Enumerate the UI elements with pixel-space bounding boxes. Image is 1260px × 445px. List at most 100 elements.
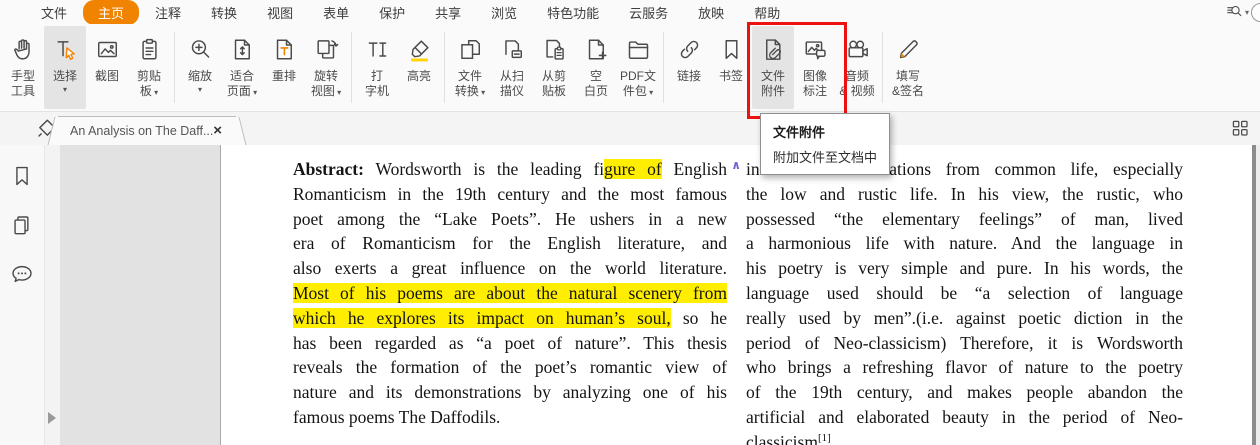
toolbar-button-rotate-view[interactable]: 旋转视图 ▾	[305, 26, 347, 109]
toolbar-button-highlight[interactable]: 高亮	[398, 26, 440, 109]
document-text-line: has been regarded as “a poet of nature”.…	[293, 331, 727, 356]
find-icon[interactable]	[1224, 2, 1244, 22]
text-segment: Wordsworth is the leading fi	[364, 159, 604, 179]
audio-video-icon	[844, 29, 871, 69]
highlight-icon	[406, 29, 433, 69]
text-segment: Abstract:	[293, 159, 364, 179]
panel-expand-handle[interactable]	[48, 412, 56, 424]
document-text-line: his poetry is very simple and pure. In h…	[746, 256, 1183, 281]
file-convert-icon	[457, 29, 484, 69]
toolbar-button-snapshot[interactable]: 截图	[86, 26, 128, 109]
toolbar-button-hand-tool[interactable]: 手型工具	[2, 26, 44, 109]
menu-tab-comment[interactable]: 注释	[141, 0, 195, 25]
menu-tab-convert[interactable]: 转换	[197, 0, 251, 25]
link-icon	[676, 29, 703, 69]
blank-page-icon	[583, 29, 610, 69]
document-text-line: of the 19th century, and makes people ab…	[746, 380, 1183, 405]
toolbar-separator	[882, 32, 883, 103]
partial-circle-button[interactable]	[1251, 3, 1260, 22]
toolbar-button-image-annotate[interactable]: 图像标注	[794, 26, 836, 109]
text-segment: has been regarded as “a poet of nature”.…	[293, 333, 727, 353]
menu-tab-features[interactable]: 特色功能	[533, 0, 613, 25]
toolbar-button-reflow[interactable]: 重排	[263, 26, 305, 109]
dropdown-caret-icon[interactable]: ▾	[647, 88, 653, 97]
toolbar-button-fill-sign[interactable]: 填写&签名	[887, 26, 929, 109]
bookmarks-icon	[9, 176, 35, 193]
menu-tab-form[interactable]: 表单	[309, 0, 363, 25]
toolbar-button-bookmark[interactable]: 书签	[710, 26, 752, 109]
pages-icon	[9, 225, 35, 242]
text-segment: era of Romanticism for the English liter…	[293, 233, 727, 253]
toolbar-button-zoom[interactable]: 缩放▾	[179, 26, 221, 109]
toolbar-button-typewriter[interactable]: 打字机	[356, 26, 398, 109]
menu-tab-view[interactable]: 视图	[253, 0, 307, 25]
toolbar-button-pdf-package[interactable]: PDF文件包 ▾	[617, 26, 659, 109]
text-segment: of the 19th century, and makes people ab…	[746, 382, 1183, 402]
tab-close-icon[interactable]: ×	[213, 124, 222, 138]
text-segment: reveals the formation of the poet’s roma…	[293, 357, 727, 377]
toolbar-button-audio-video[interactable]: 音频& 视频	[836, 26, 878, 109]
toolbar-button-clipboard[interactable]: 剪贴板 ▾	[128, 26, 170, 109]
file-attach-icon	[760, 29, 787, 69]
highlighted-text: gure of	[604, 159, 662, 179]
menu-tab-show[interactable]: 放映	[684, 0, 738, 25]
dropdown-caret-icon[interactable]: ▾	[198, 85, 202, 94]
menu-tab-file[interactable]: 文件	[27, 0, 81, 25]
document-text-line: possessed “the elementary feelings” of m…	[746, 207, 1183, 232]
document-tab-title: An Analysis on The Daff...	[70, 124, 213, 138]
comments-icon	[9, 274, 35, 291]
toolbar-button-label: 适合页面 ▾	[227, 69, 257, 100]
find-dropdown-caret[interactable]: ▾	[1245, 8, 1249, 17]
menu-tab-help[interactable]: 帮助	[740, 0, 794, 25]
document-text-line: a harmonious life with nature. And the l…	[746, 231, 1183, 256]
sidebar-button-bookmarks[interactable]	[9, 163, 35, 194]
toolbar-button-select[interactable]: 选择▾	[44, 26, 86, 109]
text-segment: a harmonious life with nature. And the l…	[746, 233, 1183, 253]
dropdown-caret-icon[interactable]: ▾	[152, 88, 158, 97]
grid-view-icon[interactable]	[1229, 117, 1252, 145]
document-text-line: famous poems The Daffodils.	[293, 405, 727, 430]
document-text-line: nature and its demonstrations by analyzi…	[293, 380, 727, 405]
panel-strip	[45, 145, 60, 445]
menu-tab-protect[interactable]: 保护	[365, 0, 419, 25]
vertical-scrollbar[interactable]	[1252, 145, 1260, 445]
document-tab[interactable]: An Analysis on The Daff... ×	[58, 116, 236, 145]
document-text-line: language used should be “a selection of …	[746, 281, 1183, 306]
toolbar-button-from-scanner[interactable]: 从扫描仪	[491, 26, 533, 109]
text-segment: who brings a refreshing flavor of nature…	[746, 357, 1183, 377]
toolbar-button-blank-page[interactable]: 空白页	[575, 26, 617, 109]
dropdown-caret-icon[interactable]: ▾	[479, 88, 485, 97]
scrollbar-thumb[interactable]	[1252, 145, 1256, 445]
menu-tab-share[interactable]: 共享	[421, 0, 475, 25]
highlighted-text: Most of his poems are about the natural …	[293, 283, 727, 303]
fit-page-icon	[229, 29, 256, 69]
tooltip-title: 文件附件	[773, 122, 877, 141]
text-segment: possessed “the elementary feelings” of m…	[746, 209, 1183, 229]
toolbar-button-file-attach[interactable]: 文件附件	[752, 26, 794, 109]
toolbar-button-label: 高亮	[407, 69, 431, 84]
toolbar-separator	[663, 32, 664, 103]
menu-bar: 文件主页注释转换视图表单保护共享浏览特色功能云服务放映帮助 ▾	[0, 0, 1260, 24]
sidebar-button-comments[interactable]	[9, 261, 35, 292]
menu-tab-browse[interactable]: 浏览	[477, 0, 531, 25]
text-segment: his poetry is very simple and pure. In h…	[746, 258, 1183, 278]
clipboard-icon	[136, 29, 163, 69]
toolbar-button-label: 空白页	[584, 69, 608, 99]
dropdown-caret-icon[interactable]: ▾	[63, 85, 67, 94]
toolbar-button-file-convert[interactable]: 文件转换 ▾	[449, 26, 491, 109]
dropdown-caret-icon[interactable]: ▾	[335, 88, 341, 97]
toolbar-button-from-clipboard[interactable]: 从剪贴板	[533, 26, 575, 109]
toolbar-button-label: 填写&签名	[892, 69, 924, 99]
left-sidebar	[0, 145, 45, 445]
sidebar-button-pages[interactable]	[9, 212, 35, 243]
pdf-page: Abstract: Wordsworth is the leading figu…	[220, 145, 1252, 445]
menu-tab-cloud[interactable]: 云服务	[615, 0, 682, 25]
toolbar-button-link[interactable]: 链接	[668, 26, 710, 109]
text-segment: classicism	[746, 432, 818, 445]
toolbar-button-fit-page[interactable]: 适合页面 ▾	[221, 26, 263, 109]
dropdown-caret-icon[interactable]: ▾	[251, 88, 257, 97]
text-column-left: Abstract: Wordsworth is the leading figu…	[293, 157, 727, 430]
image-annotate-icon	[802, 29, 829, 69]
rotate-view-icon	[313, 29, 340, 69]
menu-tab-home[interactable]: 主页	[83, 0, 139, 25]
